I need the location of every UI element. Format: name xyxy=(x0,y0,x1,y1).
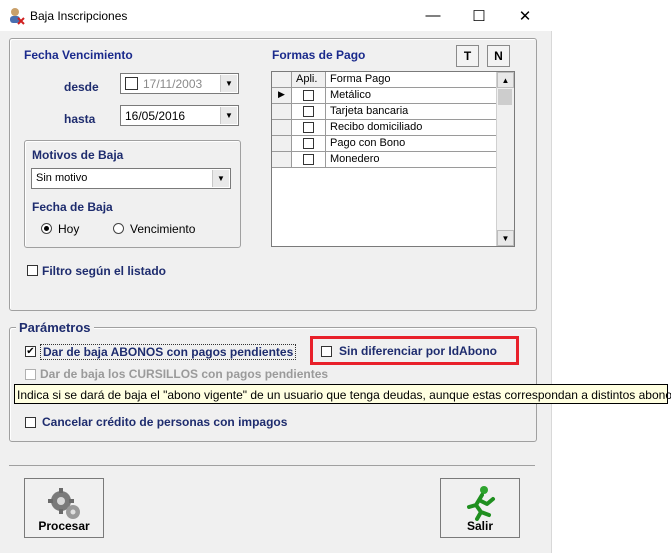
background-area xyxy=(552,31,671,553)
apli-cell[interactable] xyxy=(292,120,326,135)
close-button[interactable]: ✕ xyxy=(502,0,548,31)
radio-hoy-label: Hoy xyxy=(58,222,80,236)
maximize-button[interactable]: ☐ xyxy=(456,0,502,31)
grid-vertical-scrollbar[interactable]: ▲ ▼ xyxy=(496,72,514,246)
hasta-label: hasta xyxy=(64,112,96,126)
table-row[interactable]: ▶ Metálico xyxy=(272,88,498,104)
procesar-label: Procesar xyxy=(38,519,90,533)
grid-header: Apli. Forma Pago xyxy=(272,72,498,88)
desde-date-value: 17/11/2003 xyxy=(143,77,203,91)
forma-pago-cell: Recibo domiciliado xyxy=(330,121,423,133)
header-apli[interactable]: Apli. xyxy=(292,72,326,87)
desde-enable-checkbox[interactable] xyxy=(125,77,138,90)
row-indicator xyxy=(272,104,292,119)
parametros-label: Parámetros xyxy=(16,320,94,335)
hasta-dropdown-button[interactable]: ▼ xyxy=(220,107,237,124)
select-none-label: N xyxy=(494,49,503,63)
forma-pago-cell: Monedero xyxy=(330,153,380,165)
cursillos-label: Dar de baja los CURSILLOS con pagos pend… xyxy=(40,367,329,381)
select-none-button[interactable]: N xyxy=(487,45,510,67)
chevron-up-icon: ▲ xyxy=(501,75,510,85)
row-indicator xyxy=(272,136,292,151)
sin-diferenciar-label: Sin diferenciar por IdAbono xyxy=(339,344,498,358)
header-indicator-cell xyxy=(272,72,292,87)
forma-pago-cell: Tarjeta bancaria xyxy=(330,105,409,117)
bottom-separator xyxy=(9,465,535,466)
motivos-label: Motivos de Baja xyxy=(32,148,124,162)
fecha-baja-label: Fecha de Baja xyxy=(32,200,113,214)
radio-selected-dot xyxy=(44,226,49,231)
sin-diferenciar-checkbox[interactable] xyxy=(321,346,332,357)
hasta-date-value: 16/05/2016 xyxy=(125,109,186,123)
abonos-label: Dar de baja ABONOS con pagos pendientes xyxy=(40,344,297,360)
chevron-down-icon: ▼ xyxy=(217,174,225,183)
desde-label: desde xyxy=(64,80,99,94)
running-man-icon xyxy=(467,486,495,521)
salir-label: Salir xyxy=(466,519,493,533)
apli-checkbox[interactable] xyxy=(303,154,314,165)
abonos-checkbox[interactable]: ✔ xyxy=(25,346,36,357)
cursillos-checkbox[interactable] xyxy=(25,369,36,380)
apli-cell[interactable] xyxy=(292,136,326,151)
scroll-down-button[interactable]: ▼ xyxy=(497,230,514,246)
radio-hoy[interactable] xyxy=(41,223,52,234)
cancelar-checkbox[interactable] xyxy=(25,417,36,428)
table-row[interactable]: Tarjeta bancaria xyxy=(272,104,498,120)
apli-cell[interactable] xyxy=(292,88,326,103)
filtro-label: Filtro según el listado xyxy=(42,264,167,278)
radio-vencimiento-label: Vencimiento xyxy=(130,222,196,236)
apli-checkbox[interactable] xyxy=(303,106,314,117)
scroll-thumb[interactable] xyxy=(498,89,512,105)
gears-icon xyxy=(48,488,80,519)
fecha-vencimiento-label: Fecha Vencimiento xyxy=(24,48,133,62)
table-row[interactable]: Pago con Bono xyxy=(272,136,498,152)
motivos-dropdown-button[interactable]: ▼ xyxy=(212,170,229,187)
row-indicator xyxy=(272,120,292,135)
apli-checkbox[interactable] xyxy=(303,122,314,133)
procesar-button[interactable]: Procesar xyxy=(24,478,104,538)
tooltip: Indica si se dará de baja el "abono vige… xyxy=(14,384,671,404)
minimize-button[interactable]: — xyxy=(410,0,456,31)
hasta-date-field[interactable]: 16/05/2016 ▼ xyxy=(120,105,239,126)
motivos-selected-value: Sin motivo xyxy=(36,172,88,184)
close-icon: ✕ xyxy=(518,7,532,25)
current-row-arrow-icon: ▶ xyxy=(278,89,285,99)
chevron-down-icon: ▼ xyxy=(501,233,510,243)
apli-checkbox[interactable] xyxy=(303,138,314,149)
forma-pago-cell: Metálico xyxy=(330,89,371,101)
minimize-icon: — xyxy=(425,7,441,24)
app-user-delete-icon xyxy=(10,8,25,25)
desde-date-field[interactable]: 17/11/2003 ▼ xyxy=(120,73,239,94)
row-indicator: ▶ xyxy=(272,88,292,103)
maximize-icon: ☐ xyxy=(472,7,486,25)
formas-pago-grid[interactable]: Apli. Forma Pago ▶ Metálico Tarjeta banc… xyxy=(271,71,515,247)
window-title: Baja Inscripciones xyxy=(30,9,128,23)
select-all-button[interactable]: T xyxy=(456,45,479,67)
header-forma-pago[interactable]: Forma Pago xyxy=(330,73,391,85)
apli-checkbox[interactable] xyxy=(303,90,314,101)
formas-pago-label: Formas de Pago xyxy=(272,48,366,62)
filtro-checkbox[interactable] xyxy=(27,265,38,276)
cancelar-label: Cancelar crédito de personas con impagos xyxy=(42,415,288,429)
checkmark-icon: ✔ xyxy=(26,345,35,357)
forma-pago-cell: Pago con Bono xyxy=(330,137,406,149)
apli-cell[interactable] xyxy=(292,152,326,167)
radio-vencimiento[interactable] xyxy=(113,223,124,234)
motivos-select[interactable]: Sin motivo ▼ xyxy=(31,168,231,189)
apli-cell[interactable] xyxy=(292,104,326,119)
row-indicator xyxy=(272,152,292,167)
select-all-label: T xyxy=(463,49,472,63)
header-apli-label: Apli. xyxy=(296,73,318,85)
chevron-down-icon: ▼ xyxy=(225,79,233,88)
title-bar: Baja Inscripciones — ☐ ✕ xyxy=(0,0,671,31)
chevron-down-icon: ▼ xyxy=(225,111,233,120)
table-row[interactable]: Monedero xyxy=(272,152,498,168)
scroll-up-button[interactable]: ▲ xyxy=(497,72,514,88)
table-row[interactable]: Recibo domiciliado xyxy=(272,120,498,136)
desde-dropdown-button[interactable]: ▼ xyxy=(220,75,237,92)
salir-button[interactable]: Salir xyxy=(440,478,520,538)
